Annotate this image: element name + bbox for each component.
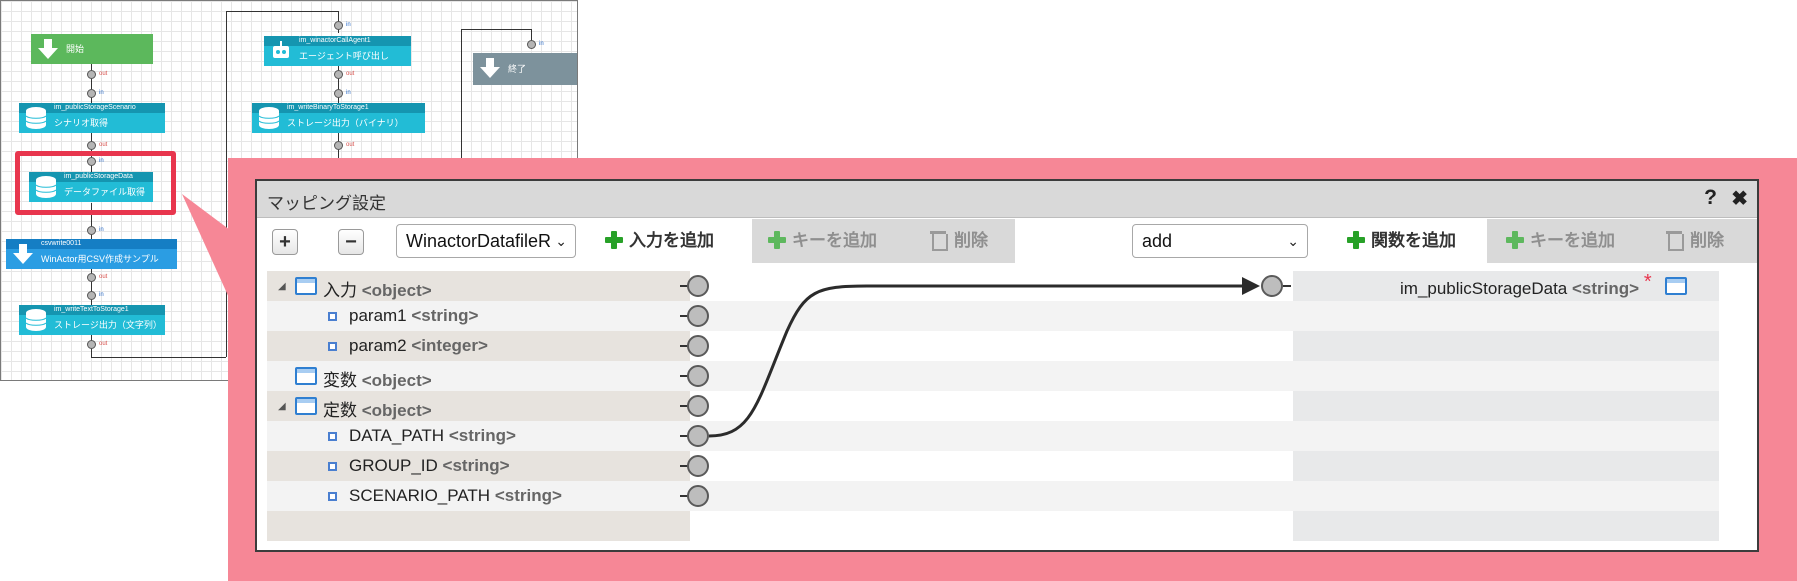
- mapping-lines: [708, 277, 1260, 438]
- mapping-dialog: マッピング設定 ? ✖ + − WinactorDatafileR ⌄ 入力を追…: [255, 179, 1759, 552]
- arrow-head-icon: [1242, 277, 1260, 295]
- screen: out in out in in out in out in out in ou…: [0, 0, 1797, 581]
- mapping-line-datapath[interactable]: [708, 284, 1245, 438]
